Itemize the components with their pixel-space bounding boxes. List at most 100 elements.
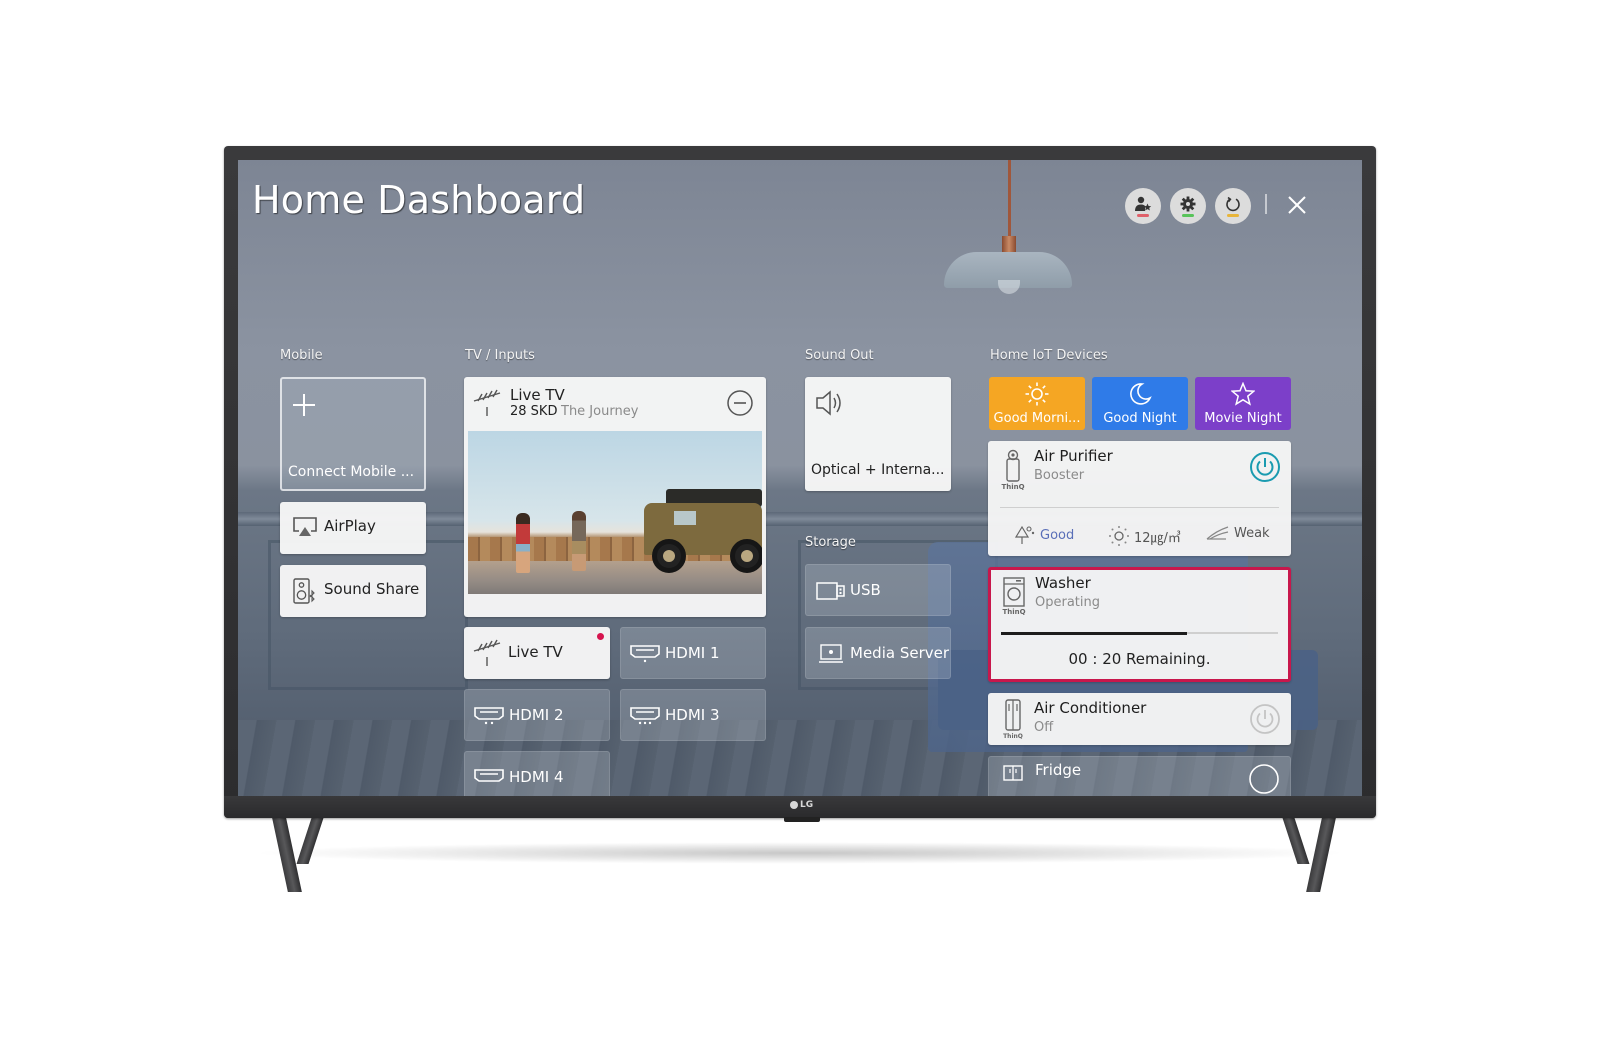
scene-label: Good Night <box>1103 411 1177 426</box>
connect-mobile-tile[interactable]: Connect Mobile ... <box>280 377 426 491</box>
tv-screen: Home Dashboard Mobile Connect Mobile ...… <box>238 160 1362 796</box>
refresh-icon <box>1226 196 1240 212</box>
device-air-conditioner[interactable]: ThinQ Air Conditioner Off <box>988 693 1291 745</box>
preview-person <box>572 511 586 571</box>
fan-speed-stat: Weak <box>1206 525 1270 541</box>
stat-value: 12㎍/㎥ <box>1134 530 1181 546</box>
gear-icon <box>1180 196 1196 212</box>
sound-out-tile[interactable]: Optical + Interna... <box>805 377 951 491</box>
refresh-button[interactable] <box>1215 188 1251 224</box>
preview-wheel <box>652 539 686 573</box>
input-label: Live TV <box>508 643 563 661</box>
now-playing-program: The Journey <box>561 404 639 419</box>
tree-icon <box>1014 525 1035 544</box>
airplay-tile[interactable]: AirPlay <box>280 502 426 554</box>
sun-icon <box>1025 382 1049 406</box>
scene-movie-night[interactable]: Movie Night <box>1195 377 1291 430</box>
input-hdmi-3[interactable]: HDMI 3 <box>620 689 766 741</box>
scene-label: Good Morni... <box>993 411 1081 426</box>
air-purifier-icon <box>1006 449 1020 482</box>
wash-progress-bar <box>1001 631 1278 635</box>
device-name: Fridge <box>1035 761 1082 779</box>
stat-value: Weak <box>1234 525 1270 541</box>
active-indicator <box>597 633 604 640</box>
profile-button[interactable] <box>1125 188 1161 224</box>
sound-share-label: Sound Share <box>324 580 420 598</box>
power-icon[interactable] <box>1249 451 1281 483</box>
storage-label: USB <box>850 581 881 599</box>
settings-indicator <box>1182 214 1194 217</box>
airplay-icon <box>293 517 317 536</box>
tv-sensor <box>784 817 820 822</box>
now-playing-title: Live TV <box>510 386 565 404</box>
minus-circle-icon[interactable] <box>726 389 754 417</box>
preview-jeep-window <box>674 511 696 525</box>
device-status: Off <box>1034 720 1054 735</box>
device-name: Air Purifier <box>1034 447 1113 465</box>
input-label: HDMI 1 <box>665 644 720 662</box>
section-label-iot: Home IoT Devices <box>990 348 1108 363</box>
tv-shadow <box>250 842 1350 864</box>
section-label-storage: Storage <box>805 535 856 550</box>
header-divider <box>1265 194 1267 214</box>
now-playing-card[interactable]: Live TV 28 SKD The Journey <box>464 377 766 617</box>
device-status: Operating <box>1035 595 1100 610</box>
section-label-mobile: Mobile <box>280 348 323 363</box>
preview-wheel <box>730 539 762 573</box>
user-star-icon <box>1135 196 1152 211</box>
device-name: Air Conditioner <box>1034 699 1147 717</box>
live-tv-preview[interactable] <box>468 431 762 594</box>
power-icon[interactable] <box>1249 703 1281 735</box>
star-icon <box>1231 382 1255 406</box>
connect-mobile-label: Connect Mobile ... <box>288 464 415 480</box>
input-label: HDMI 4 <box>509 768 564 786</box>
fine-dust-stat: 12㎍/㎥ <box>1108 525 1181 547</box>
scene-good-morning[interactable]: Good Morni... <box>989 377 1085 430</box>
device-fridge[interactable]: Fridge <box>988 756 1291 796</box>
antenna-icon <box>473 389 501 416</box>
thinq-label: ThinQ <box>1003 733 1023 740</box>
input-label: HDMI 3 <box>665 706 720 724</box>
thinq-label: ThinQ <box>1001 483 1025 491</box>
close-icon <box>1288 196 1306 214</box>
time-remaining: 00 : 20 Remaining. <box>1068 650 1211 668</box>
refresh-indicator <box>1227 214 1239 217</box>
device-status: Booster <box>1034 468 1085 483</box>
device-name: Washer <box>1035 574 1091 592</box>
device-air-purifier[interactable]: ThinQ Air Purifier Booster Good 12㎍/㎥ We… <box>988 441 1291 556</box>
profile-indicator <box>1137 214 1149 217</box>
input-hdmi-2[interactable]: HDMI 2 <box>464 689 610 741</box>
storage-media-server[interactable]: Media Server <box>805 627 951 679</box>
sound-share-icon <box>293 578 315 604</box>
lamp-bulb <box>998 280 1020 294</box>
antenna-icon <box>473 639 501 666</box>
hdmi-icon <box>474 707 504 725</box>
input-hdmi-4[interactable]: HDMI 4 <box>464 751 610 796</box>
refresh-icon[interactable] <box>1248 763 1280 795</box>
settings-button[interactable] <box>1170 188 1206 224</box>
moon-icon <box>1130 383 1152 405</box>
fridge-icon <box>1003 765 1023 781</box>
input-label: HDMI 2 <box>509 706 564 724</box>
dust-icon <box>1109 526 1129 546</box>
sound-out-value: Optical + Interna... <box>811 462 945 478</box>
hdmi-icon <box>474 769 504 782</box>
storage-label: Media Server <box>850 644 950 662</box>
input-hdmi-1[interactable]: HDMI 1 <box>620 627 766 679</box>
scene-label: Movie Night <box>1204 411 1282 426</box>
hdmi-icon <box>630 707 660 725</box>
storage-usb[interactable]: USB <box>805 564 951 616</box>
air-conditioner-icon <box>1005 699 1021 731</box>
input-live-tv[interactable]: Live TV <box>464 627 610 679</box>
thinq-label: ThinQ <box>1002 608 1026 616</box>
airplay-label: AirPlay <box>324 517 376 535</box>
section-label-sound-out: Sound Out <box>805 348 874 363</box>
preview-person <box>516 513 530 573</box>
divider <box>1000 507 1279 508</box>
scene-good-night[interactable]: Good Night <box>1092 377 1188 430</box>
section-label-tv-inputs: TV / Inputs <box>465 348 535 363</box>
now-playing-channel: 28 SKD <box>510 404 558 419</box>
device-washer[interactable]: ThinQ Washer Operating 00 : 20 Remaining… <box>988 567 1291 682</box>
close-button[interactable] <box>1284 192 1310 218</box>
sound-share-tile[interactable]: Sound Share <box>280 565 426 617</box>
